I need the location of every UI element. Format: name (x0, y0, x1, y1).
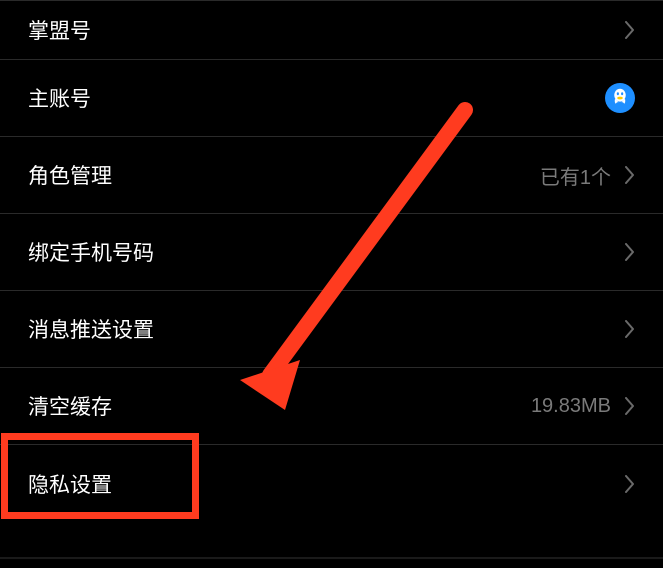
item-label: 绑定手机号码 (28, 237, 154, 267)
item-label: 角色管理 (28, 160, 112, 190)
chevron-right-icon (625, 475, 635, 493)
item-label: 清空缓存 (28, 391, 112, 421)
settings-list: 掌盟号 主账号 角色管理 已有1个 (0, 0, 663, 522)
item-right (625, 21, 635, 39)
item-right (625, 243, 635, 261)
item-right: 19.83MB (531, 395, 635, 418)
item-label: 消息推送设置 (28, 314, 154, 344)
settings-item-clear-cache[interactable]: 清空缓存 19.83MB (0, 368, 663, 445)
item-value: 已有1个 (540, 161, 611, 190)
item-right (625, 475, 635, 493)
chevron-right-icon (625, 243, 635, 261)
divider-line (0, 557, 663, 559)
item-label: 隐私设置 (28, 469, 112, 499)
item-value: 19.83MB (531, 395, 611, 418)
item-right (625, 320, 635, 338)
settings-item-role-management[interactable]: 角色管理 已有1个 (0, 137, 663, 214)
chevron-right-icon (625, 21, 635, 39)
item-label: 掌盟号 (28, 15, 91, 45)
settings-item-push-settings[interactable]: 消息推送设置 (0, 291, 663, 368)
settings-item-privacy-settings[interactable]: 隐私设置 (0, 445, 663, 522)
item-right (605, 83, 635, 113)
settings-item-main-account[interactable]: 主账号 (0, 60, 663, 137)
chevron-right-icon (625, 397, 635, 415)
chevron-right-icon (625, 320, 635, 338)
item-right: 已有1个 (540, 161, 635, 190)
settings-item-bind-phone[interactable]: 绑定手机号码 (0, 214, 663, 291)
chevron-right-icon (625, 166, 635, 184)
settings-item-zhangmeng-id[interactable]: 掌盟号 (0, 0, 663, 60)
item-label: 主账号 (28, 83, 91, 113)
qq-icon (605, 83, 635, 113)
